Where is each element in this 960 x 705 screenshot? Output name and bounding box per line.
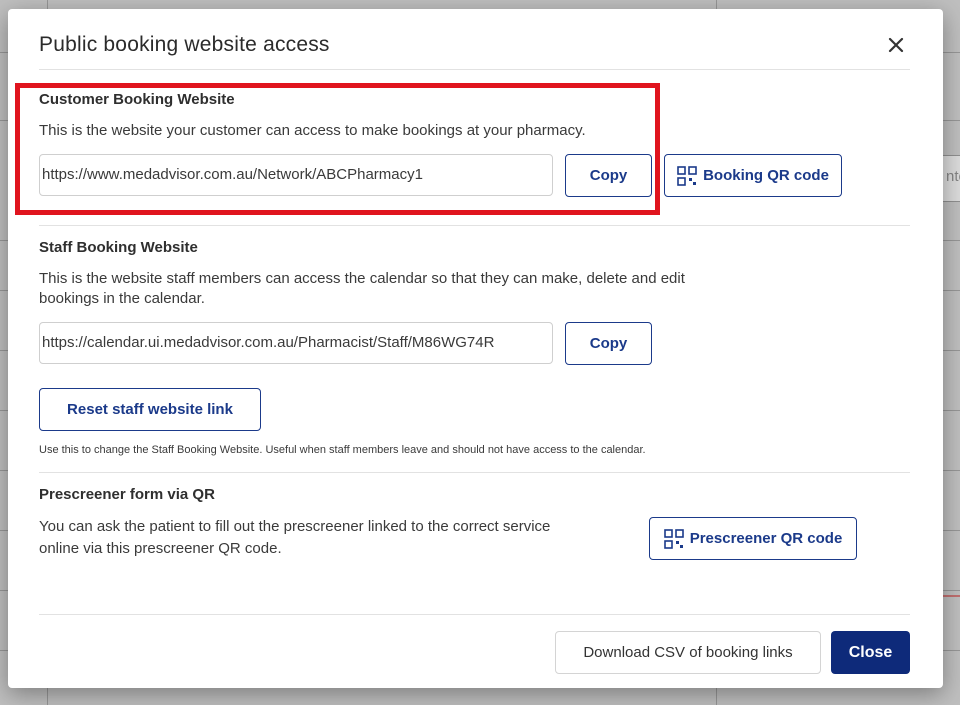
close-button[interactable]: Close xyxy=(831,631,910,674)
prescreener-section-heading: Prescreener form via QR xyxy=(39,486,215,503)
prescreener-qr-label: Prescreener QR code xyxy=(689,530,843,547)
reset-staff-link-note: Use this to change the Staff Booking Web… xyxy=(39,444,646,456)
bg-partial-text: nte xyxy=(946,168,960,185)
staff-section-description-line1: This is the website staff members can ac… xyxy=(39,270,685,287)
close-icon[interactable] xyxy=(884,33,908,57)
section-divider xyxy=(39,225,910,226)
download-csv-button[interactable]: Download CSV of booking links xyxy=(555,631,821,674)
booking-access-dialog: Public booking website access Customer B… xyxy=(8,9,943,688)
bg-red-marker xyxy=(940,595,960,597)
customer-section-heading: Customer Booking Website xyxy=(39,91,235,108)
staff-section-description-line2: bookings in the calendar. xyxy=(39,290,205,307)
staff-section-heading: Staff Booking Website xyxy=(39,239,198,256)
staff-url-field[interactable]: https://calendar.ui.medadvisor.com.au/Ph… xyxy=(39,322,553,364)
prescreener-description-line1: You can ask the patient to fill out the … xyxy=(39,518,551,535)
staff-copy-button[interactable]: Copy xyxy=(565,322,652,365)
customer-copy-button[interactable]: Copy xyxy=(565,154,652,197)
customer-section-description: This is the website your customer can ac… xyxy=(39,122,586,139)
booking-qr-code-button[interactable]: Booking QR code xyxy=(664,154,842,197)
reset-staff-link-button[interactable]: Reset staff website link xyxy=(39,388,261,431)
header-divider xyxy=(39,69,910,70)
qr-code-icon xyxy=(663,528,684,549)
footer-divider xyxy=(39,614,910,615)
qr-code-icon xyxy=(677,165,697,186)
dialog-title: Public booking website access xyxy=(39,33,330,56)
prescreener-description-line2: online via this prescreener QR code. xyxy=(39,540,282,557)
prescreener-qr-code-button[interactable]: Prescreener QR code xyxy=(649,517,857,560)
booking-qr-label: Booking QR code xyxy=(703,167,829,184)
section-divider xyxy=(39,472,910,473)
customer-url-field[interactable]: https://www.medadvisor.com.au/Network/AB… xyxy=(39,154,553,196)
